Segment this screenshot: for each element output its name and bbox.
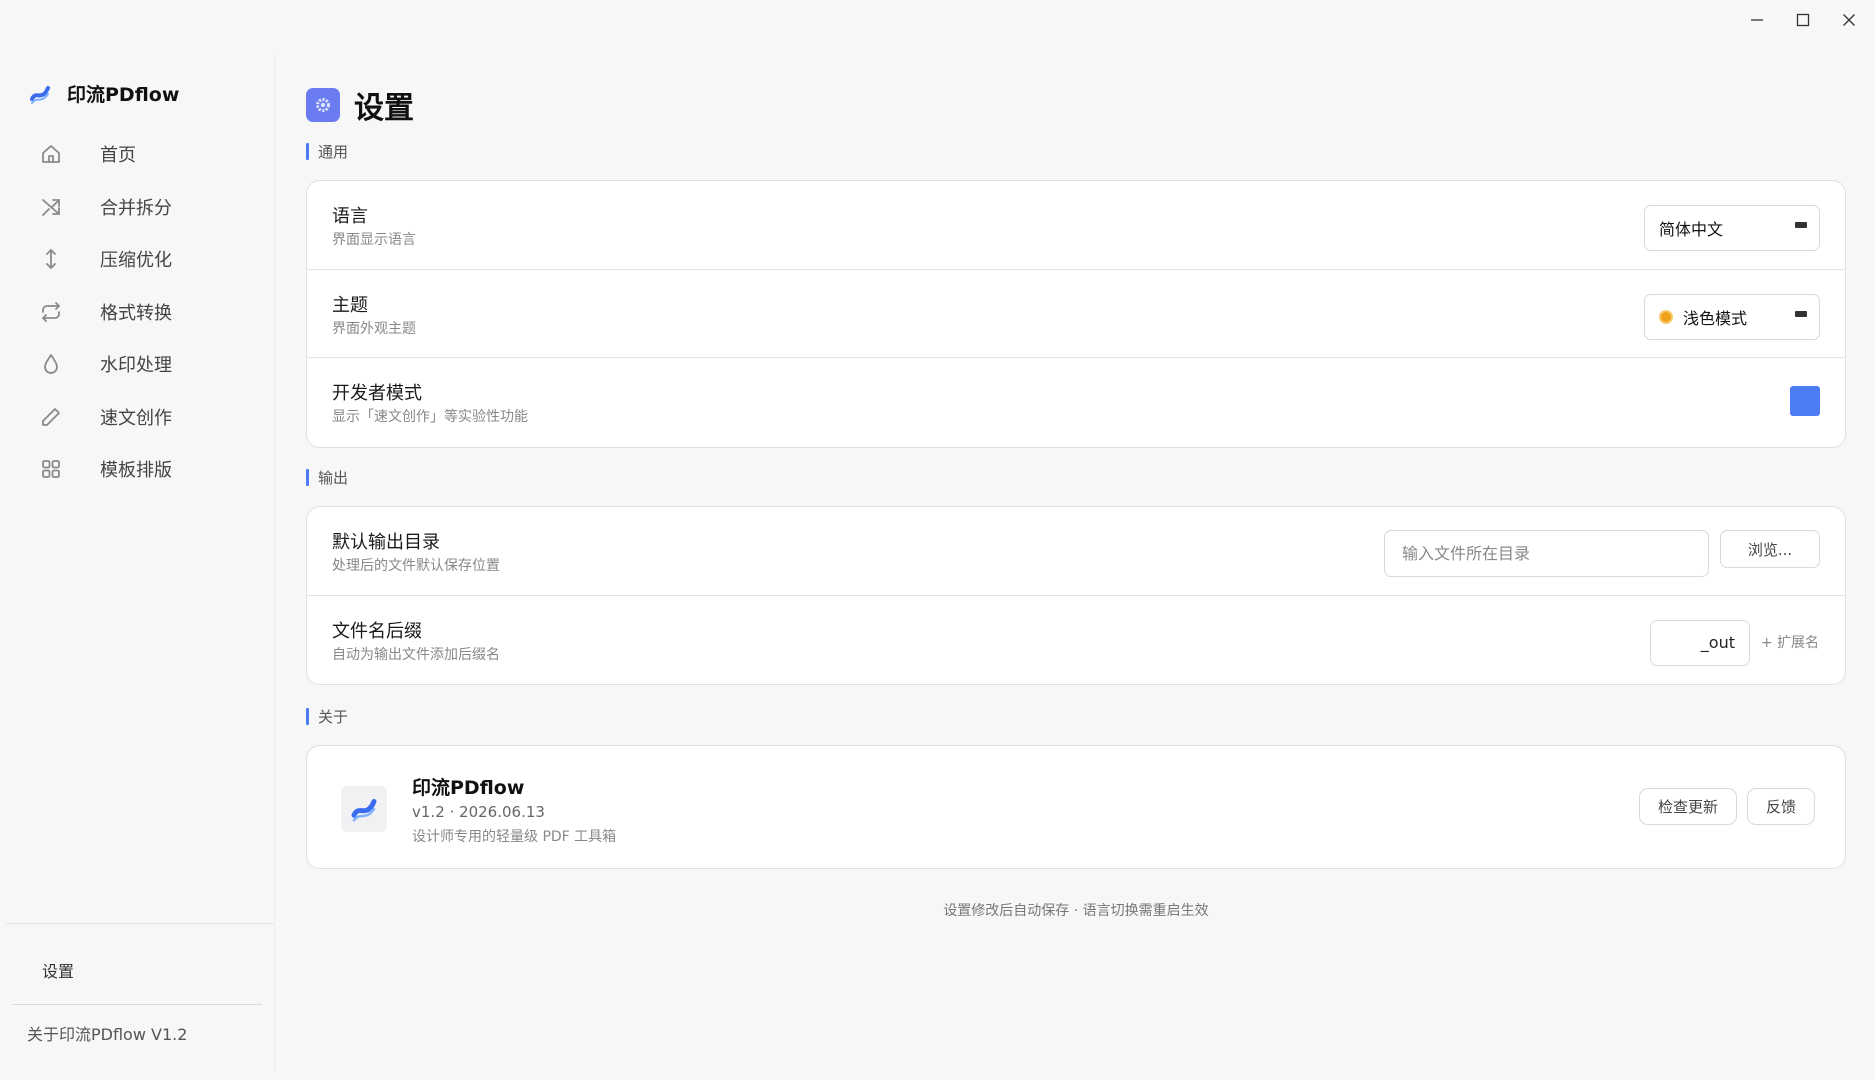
developer-mode-title: 开发者模式 [332,383,422,404]
sidebar-divider [12,1004,262,1005]
theme-title: 主题 [332,294,368,316]
close-icon[interactable] [1841,12,1857,28]
sidebar-item-merge-split[interactable]: 合并拆分 [0,181,275,234]
shuffle-icon [38,194,64,220]
section-label-text: 关于 [318,708,349,726]
about-card: 印流PDflow v1.2 · 2026.06.13 设计师专用的轻量级 PDF… [306,745,1846,869]
browse-button[interactable]: 浏览... [1720,530,1820,568]
about-version: v1.2 · 2026.06.13 [412,803,545,821]
grid-icon [38,456,64,482]
dropdown-icon [1795,222,1807,228]
sidebar-item-label: 速文创作 [100,407,172,429]
language-desc: 界面显示语言 [332,232,416,248]
page-header: 设置 [306,83,414,127]
sidebar-about-link[interactable]: 关于印流PDflow V1.2 [27,1021,187,1045]
output-settings-card: 默认输出目录 处理后的文件默认保存位置 浏览... 文件名后缀 自动为输出文件添… [306,506,1846,685]
developer-mode-desc: 显示「速文创作」等实验性功能 [332,409,528,425]
filename-suffix-row: 文件名后缀 自动为输出文件添加后缀名 + 扩展名 [307,596,1845,685]
output-directory-desc: 处理后的文件默认保存位置 [332,558,500,574]
brand-name: 印流PDflow [67,84,180,106]
repeat-icon [38,299,64,325]
brand[interactable]: 印流PDflow [28,80,179,107]
section-accent-bar [306,143,309,160]
sidebar-item-home[interactable]: 首页 [0,128,275,181]
window-controls [1749,12,1857,28]
general-settings-card: 语言 界面显示语言 简体中文 主题 界面外观主题 浅色模式 开发者模式 显示「速… [306,180,1846,448]
section-label-text: 通用 [318,143,349,161]
sidebar-item-watermark[interactable]: 水印处理 [0,338,275,391]
language-select[interactable]: 简体中文 [1644,205,1820,251]
filename-suffix-title: 文件名后缀 [332,620,422,642]
sidebar-item-label: 水印处理 [100,355,172,377]
theme-desc: 界面外观主题 [332,320,416,337]
vertical-arrows-icon [38,246,64,272]
output-directory-input[interactable] [1384,530,1709,577]
filename-suffix-input[interactable] [1650,619,1750,666]
section-label-about: 关于 [306,706,348,727]
sun-dot-icon [1659,309,1673,324]
section-label-output: 输出 [306,467,348,488]
sidebar-item-label: 模板排版 [100,460,172,482]
pdflow-logo-icon [30,85,50,104]
section-label-general: 通用 [306,141,348,162]
theme-select[interactable]: 浅色模式 [1644,293,1820,340]
sidebar-item-label: 格式转换 [100,302,172,324]
language-select-value: 简体中文 [1659,220,1724,239]
language-title: 语言 [332,206,368,227]
output-directory-title: 默认输出目录 [332,532,440,553]
pencil-icon [38,404,64,430]
about-app-name: 印流PDflow [412,777,525,799]
section-accent-bar [306,708,309,725]
sidebar: 印流PDflow 首页 合并拆分 压缩优化 格式转换 水印处理 速文创作 模板排… [0,52,275,1072]
section-accent-bar [306,469,309,486]
sidebar-item-label: 合并拆分 [100,197,172,219]
home-icon [38,141,64,167]
sidebar-item-compress[interactable]: 压缩优化 [0,233,275,286]
sidebar-item-quick-write[interactable]: 速文创作 [0,391,275,444]
extension-label: + 扩展名 [1760,634,1819,651]
sidebar-item-templates[interactable]: 模板排版 [0,443,275,496]
theme-row: 主题 界面外观主题 浅色模式 [307,270,1845,358]
sidebar-divider [6,923,274,924]
filename-suffix-desc: 自动为输出文件添加后缀名 [332,646,500,663]
dropdown-icon [1795,310,1807,317]
theme-select-value: 浅色模式 [1683,308,1748,328]
sidebar-item-settings[interactable]: 设置 [42,958,74,982]
language-row: 语言 界面显示语言 简体中文 [307,181,1845,270]
gear-icon [306,88,340,122]
output-directory-row: 默认输出目录 处理后的文件默认保存位置 浏览... [307,507,1845,596]
droplet-icon [38,351,64,377]
pdflow-logo-icon [341,786,387,832]
check-update-button[interactable]: 检查更新 [1639,788,1737,825]
maximize-icon[interactable] [1795,12,1811,28]
footer-note: 设置修改后自动保存 · 语言切换需重启生效 [943,903,1209,919]
minimize-icon[interactable] [1749,12,1765,28]
sidebar-item-convert[interactable]: 格式转换 [0,286,275,339]
feedback-button[interactable]: 反馈 [1747,788,1815,825]
developer-mode-toggle[interactable] [1790,386,1820,416]
sidebar-nav: 首页 合并拆分 压缩优化 格式转换 水印处理 速文创作 模板排版 [0,128,275,496]
sidebar-item-label: 压缩优化 [100,250,172,272]
developer-mode-row: 开发者模式 显示「速文创作」等实验性功能 [307,358,1845,447]
page-title: 设置 [354,91,414,126]
about-description: 设计师专用的轻量级 PDF 工具箱 [412,829,617,845]
section-label-text: 输出 [318,469,349,487]
sidebar-item-label: 首页 [100,145,136,167]
